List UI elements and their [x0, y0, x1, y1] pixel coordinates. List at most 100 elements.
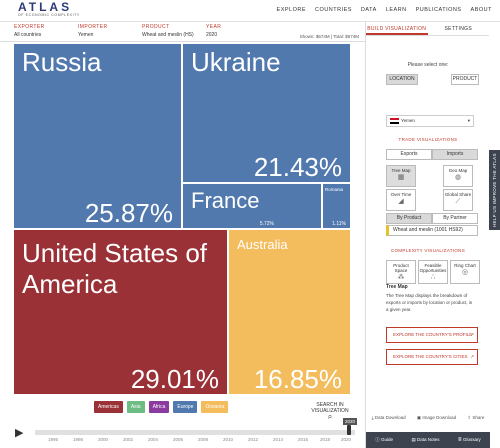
- cell-percent: 21.43%: [253, 152, 342, 182]
- year-tick[interactable]: 2016: [298, 437, 308, 442]
- chevron-down-icon: ▾: [467, 118, 470, 123]
- importer-filter[interactable]: IMPORTER Yemen: [78, 24, 108, 38]
- exports-button[interactable]: Exports: [386, 149, 432, 160]
- nav-learn[interactable]: LEARN: [386, 7, 407, 13]
- data-notes-button[interactable]: ▤ Data Notes: [411, 437, 439, 443]
- imports-button[interactable]: Imports: [432, 149, 478, 160]
- treemap-cell-russia[interactable]: Russia 25.87%: [13, 43, 182, 229]
- tab-build-visualization[interactable]: BUILD VISUALIZATION: [366, 22, 428, 35]
- legend-africa[interactable]: Africa: [148, 401, 170, 413]
- region-legend: Americas Asia Africa Europe Oceania: [94, 401, 229, 413]
- legend-europe[interactable]: Europe: [173, 401, 198, 413]
- scatter-icon: ∴: [430, 274, 436, 281]
- treemap-vis-button[interactable]: Tree Map ▦: [386, 165, 416, 187]
- complexity-vis-heading: COMPLEXITY VISUALIZATIONS: [390, 248, 466, 253]
- play-icon[interactable]: ▶: [15, 426, 23, 439]
- exporter-filter[interactable]: EXPORTER All countries: [14, 24, 45, 38]
- year-tick[interactable]: 1998: [73, 437, 83, 442]
- cell-name: Romania: [325, 187, 344, 192]
- explore-profile-button[interactable]: EXPLORE THE COUNTRY'S PROFILE ↗: [386, 327, 478, 343]
- legend-americas[interactable]: Americas: [94, 401, 123, 413]
- yemen-flag-icon: [390, 118, 399, 124]
- treemap-cell-romania[interactable]: Romania 1.11%: [322, 183, 351, 229]
- cell-name: Australia: [237, 237, 288, 252]
- nav-data[interactable]: DATA: [361, 7, 377, 13]
- year-tick[interactable]: 2006: [173, 437, 183, 442]
- feasible-opportunities-button[interactable]: Feasible Opportunities ∴: [418, 260, 448, 284]
- year-tick[interactable]: 2000: [98, 437, 108, 442]
- product-select[interactable]: Wheat and meslin (1001 HS92): [386, 225, 478, 236]
- explore-profile-label: EXPLORE THE COUNTRY'S PROFILE: [393, 332, 473, 337]
- data-download-button[interactable]: ⤓ Data Download: [372, 415, 406, 421]
- bottom-toolbar: ⓘ Guide ▤ Data Notes ≣ Glossary: [366, 432, 490, 448]
- explore-cities-button[interactable]: EXPLORE THE COUNTRY'S CITIES ↗: [386, 349, 478, 365]
- external-link-icon: ↗: [470, 332, 474, 337]
- treemap-cell-australia[interactable]: Australia 16.85%: [228, 229, 351, 395]
- logo-title: ATLAS: [18, 0, 73, 14]
- network-icon: ⁂: [397, 274, 405, 281]
- image-icon: ▣: [416, 415, 422, 420]
- ring-chart-button[interactable]: Ring Chart ◎: [450, 260, 480, 284]
- year-tick[interactable]: 2014: [273, 437, 283, 442]
- legend-asia[interactable]: Asia: [126, 401, 145, 413]
- ring-icon: ◎: [461, 269, 469, 276]
- product-button[interactable]: PRODUCT: [451, 74, 479, 85]
- treemap-cell-usa[interactable]: United States of America 29.01%: [13, 229, 228, 395]
- treemap-cell-france[interactable]: France 5.72%: [182, 183, 322, 229]
- product-space-button[interactable]: Product Space ⁂: [386, 260, 416, 284]
- glossary-icon: ≣: [457, 437, 462, 442]
- nav-countries[interactable]: COUNTRIES: [315, 7, 352, 13]
- globalshare-vis-button[interactable]: Global Share ⟋: [443, 189, 473, 211]
- by-product-button[interactable]: By Product: [386, 213, 432, 224]
- overtime-vis-button[interactable]: Over Time ◢: [386, 189, 416, 211]
- year-filter[interactable]: YEAR 2020: [206, 24, 221, 38]
- download-icon: ⤓: [371, 415, 374, 420]
- timeline-handle[interactable]: [347, 425, 351, 435]
- product-filter[interactable]: PRODUCT Wheat and meslin (HS): [142, 24, 194, 38]
- year-tick[interactable]: 2018: [320, 437, 330, 442]
- external-link-icon: ↗: [470, 354, 474, 359]
- data-notes-label: Data Notes: [416, 437, 440, 442]
- share-button[interactable]: ⇪ Share: [467, 415, 484, 421]
- location-button[interactable]: LOCATION: [386, 74, 418, 85]
- tab-settings[interactable]: SETTINGS: [428, 22, 490, 35]
- line-chart-icon: ⟋: [455, 198, 461, 205]
- glossary-button[interactable]: ≣ Glossary: [458, 437, 481, 443]
- country-select[interactable]: Yemen ▾: [386, 115, 474, 127]
- year-value: 2020: [206, 32, 218, 38]
- image-download-button[interactable]: ▣ Image Download: [417, 415, 456, 421]
- cell-percent: 25.87%: [84, 198, 173, 228]
- description-title: Tree Map: [386, 284, 408, 290]
- year-tick[interactable]: 2008: [198, 437, 208, 442]
- cell-percent: 1.11%: [332, 221, 346, 227]
- nav-about[interactable]: ABOUT: [471, 7, 492, 13]
- year-tick[interactable]: 2020: [341, 437, 351, 442]
- year-label: YEAR: [206, 24, 222, 30]
- timeline-track[interactable]: [35, 430, 355, 435]
- shown-total: Shown: $674M | Total: $674M: [299, 34, 359, 39]
- cell-name: France: [191, 188, 260, 213]
- guide-button[interactable]: ⓘ Guide: [375, 437, 393, 443]
- year-tick[interactable]: 2012: [248, 437, 258, 442]
- info-icon: ⓘ: [375, 437, 380, 442]
- cell-name: Ukraine: [191, 47, 281, 77]
- exporter-value: All countries: [14, 32, 42, 38]
- globe-icon: ◍: [454, 174, 462, 181]
- year-tick[interactable]: 2004: [148, 437, 158, 442]
- explore-cities-label: EXPLORE THE COUNTRY'S CITIES: [393, 354, 468, 359]
- guide-label: Guide: [380, 437, 393, 442]
- cell-percent: 16.85%: [253, 364, 342, 394]
- year-tick[interactable]: 2010: [223, 437, 233, 442]
- nav-explore[interactable]: EXPLORE: [277, 7, 306, 13]
- share-label: Share: [472, 415, 485, 420]
- by-partner-button[interactable]: By Partner: [432, 213, 478, 224]
- legend-oceania[interactable]: Oceania: [201, 401, 229, 413]
- atlas-logo[interactable]: ATLAS OF ECONOMIC COMPLEXITY: [18, 1, 80, 18]
- treemap-cell-ukraine[interactable]: Ukraine 21.43%: [182, 43, 351, 183]
- year-tick[interactable]: 1995: [48, 437, 58, 442]
- improve-atlas-tab[interactable]: HELP US IMPROVE THE ATLAS: [489, 150, 500, 230]
- nav-publications[interactable]: PUBLICATIONS: [416, 7, 462, 13]
- geomap-vis-button[interactable]: Geo Map ◍: [443, 165, 473, 187]
- year-tick[interactable]: 2002: [123, 437, 133, 442]
- treemap: Russia 25.87% Ukraine 21.43% France 5.72…: [13, 43, 351, 395]
